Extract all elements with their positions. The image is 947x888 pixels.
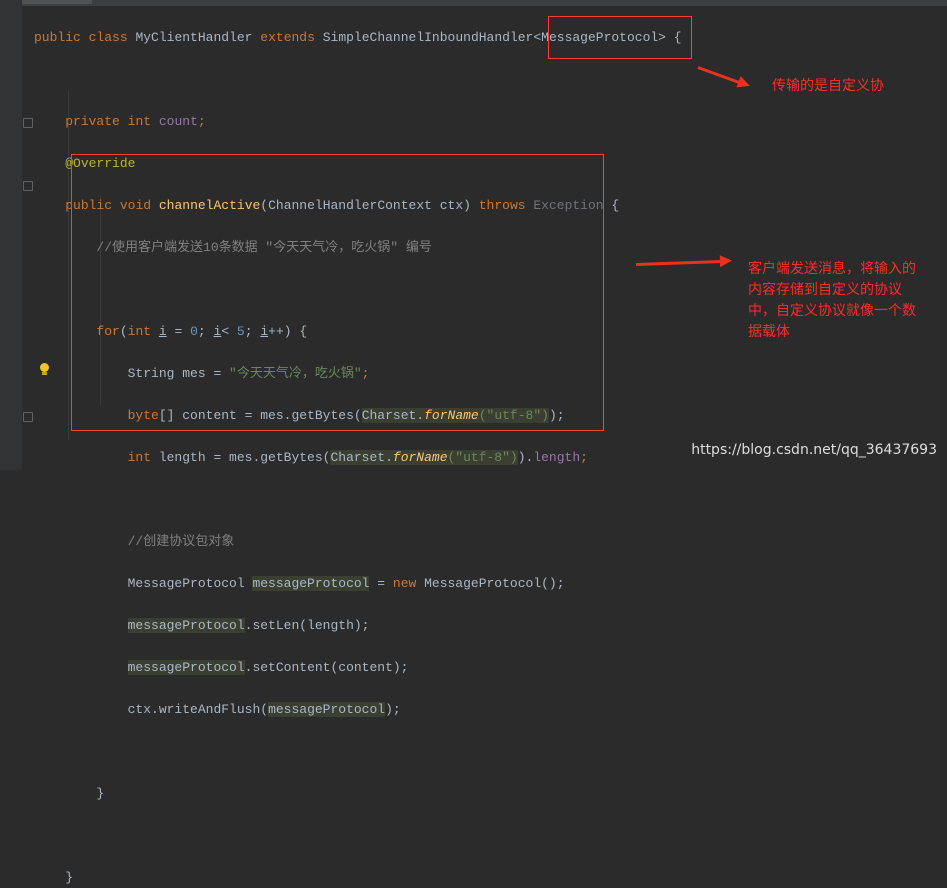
watermark: https://blog.csdn.net/qq_36437693: [691, 442, 937, 458]
annotation-client-send: 客户端发送消息，将输入的 内容存储到自定义的协议 中，自定义协议就像一个数 据载…: [748, 261, 916, 340]
arrow-icon: [697, 66, 741, 85]
code-line-setlen: messageProtocol.setLen(length);: [127, 618, 370, 633]
code-line-write: ctx.writeAndFlush(messageProtocol);: [127, 702, 401, 717]
code-line-setcontent: messageProtocol.setContent(content);: [127, 660, 409, 675]
code-line-new: MessageProtocol messageProtocol = new Me…: [127, 576, 565, 591]
line-gutter: [0, 0, 22, 470]
fold-marker-icon[interactable]: [23, 181, 33, 191]
highlight-box-loop: [71, 154, 604, 431]
code-line-length: int length = mes.getBytes(Charset.forNam…: [127, 450, 588, 465]
fold-marker-icon[interactable]: [23, 118, 33, 128]
annotation-custom-protocol: 传输的是自定义协: [772, 78, 884, 94]
fold-marker-icon[interactable]: [23, 412, 33, 422]
code-line-close-for: }: [96, 786, 105, 801]
highlight-box-generic: [548, 16, 692, 59]
code-line-comment2: //创建协议包对象: [127, 534, 235, 549]
editor-top-bar: [0, 0, 947, 6]
code-line-field: private int count;: [65, 114, 206, 129]
code-line-close-method: }: [65, 870, 74, 885]
